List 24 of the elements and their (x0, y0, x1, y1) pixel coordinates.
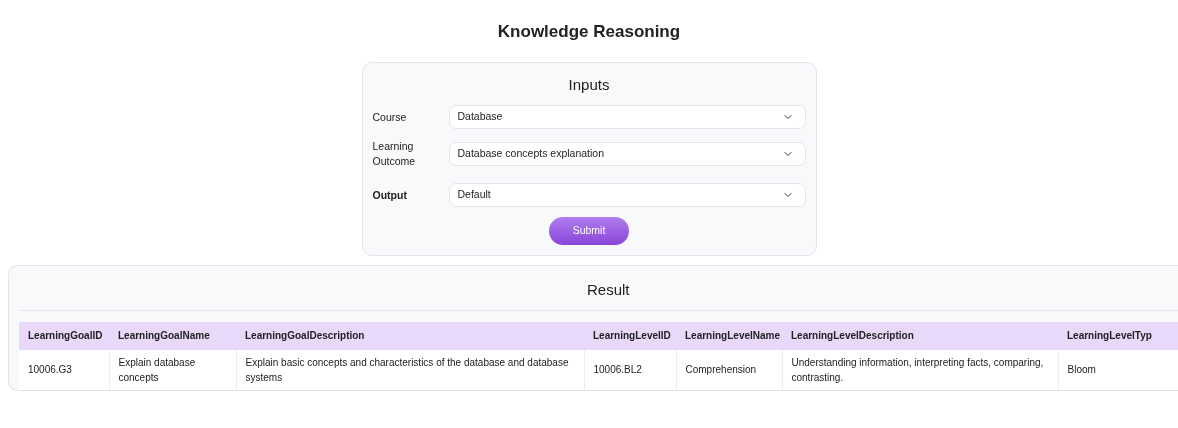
column-header: LearningLevelName (676, 321, 782, 350)
column-header: LearningLevelID (584, 321, 676, 350)
dropdown-field[interactable]: Database (448, 105, 806, 129)
panel-title: Inputs (567, 75, 611, 95)
table-cell: Explain basic concepts and characteristics of the database and database systems (236, 349, 584, 390)
column-header: LearningLevelTyp (1058, 321, 1178, 350)
dropdown-field[interactable]: Database concepts explanation (448, 142, 806, 166)
field-label: Course (372, 109, 408, 125)
column-header: LearningGoalName (109, 321, 236, 350)
table-cell: 10006.G3 (19, 349, 109, 390)
page-title: Knowledge Reasoning (496, 21, 682, 43)
table-cell: 10006.BL2 (584, 349, 676, 390)
column-header: LearningLevelDescription (782, 321, 1058, 350)
panel-title: Result (19, 265, 1178, 311)
column-header: LearningGoalDescription (236, 321, 584, 350)
table-cell: Understanding information, interpreting facts, comparing, contrasting. (782, 349, 1058, 390)
column-header: LearningGoalID (19, 321, 109, 350)
dropdown-field[interactable]: Default (448, 183, 806, 207)
field-label: Learning Outcome (372, 139, 417, 169)
table-cell: Comprehension (676, 349, 782, 390)
table-cell: Explain database concepts (109, 349, 236, 390)
table-cell: Bloom (1058, 349, 1178, 390)
submit-button[interactable]: Submit (548, 217, 630, 245)
field-label: Output (372, 187, 408, 203)
